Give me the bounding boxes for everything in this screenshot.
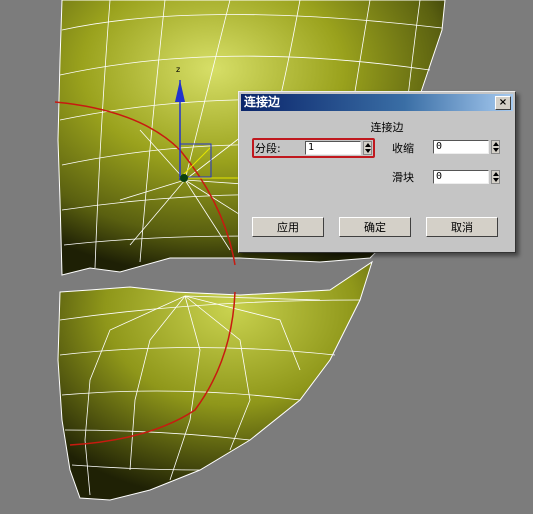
connect-edges-dialog: 连接边 × 连接边 分段: 1 收缩 0 滑块 0 应用 确定 取消 (238, 91, 516, 253)
close-button[interactable]: × (495, 96, 511, 110)
dialog-title: 连接边 (244, 95, 281, 109)
dialog-titlebar[interactable]: 连接边 × (241, 94, 513, 111)
spin-up-icon[interactable] (493, 142, 499, 146)
segments-input[interactable]: 1 (305, 141, 361, 155)
slide-spin-arrows[interactable] (491, 170, 500, 184)
spin-down-icon[interactable] (365, 149, 371, 153)
segments-spin-arrows[interactable] (363, 141, 372, 155)
slide-input[interactable]: 0 (433, 170, 489, 184)
pinch-input[interactable]: 0 (433, 140, 489, 154)
ok-button[interactable]: 确定 (339, 217, 411, 237)
spin-up-icon[interactable] (493, 172, 499, 176)
3d-viewport[interactable]: z (0, 0, 533, 514)
spin-up-icon[interactable] (365, 143, 371, 147)
spin-down-icon[interactable] (493, 178, 499, 182)
spin-down-icon[interactable] (493, 148, 499, 152)
segments-label: 分段: (255, 142, 281, 155)
pinch-spin-arrows[interactable] (491, 140, 500, 154)
apply-button[interactable]: 应用 (252, 217, 324, 237)
z-axis-label: z (176, 65, 180, 74)
group-label: 连接边 (370, 121, 404, 134)
lower-mesh (57, 260, 373, 501)
mesh-render: z (54, 0, 446, 501)
pinch-label: 收缩 (392, 142, 414, 155)
slide-label: 滑块 (392, 171, 414, 184)
cancel-button[interactable]: 取消 (426, 217, 498, 237)
